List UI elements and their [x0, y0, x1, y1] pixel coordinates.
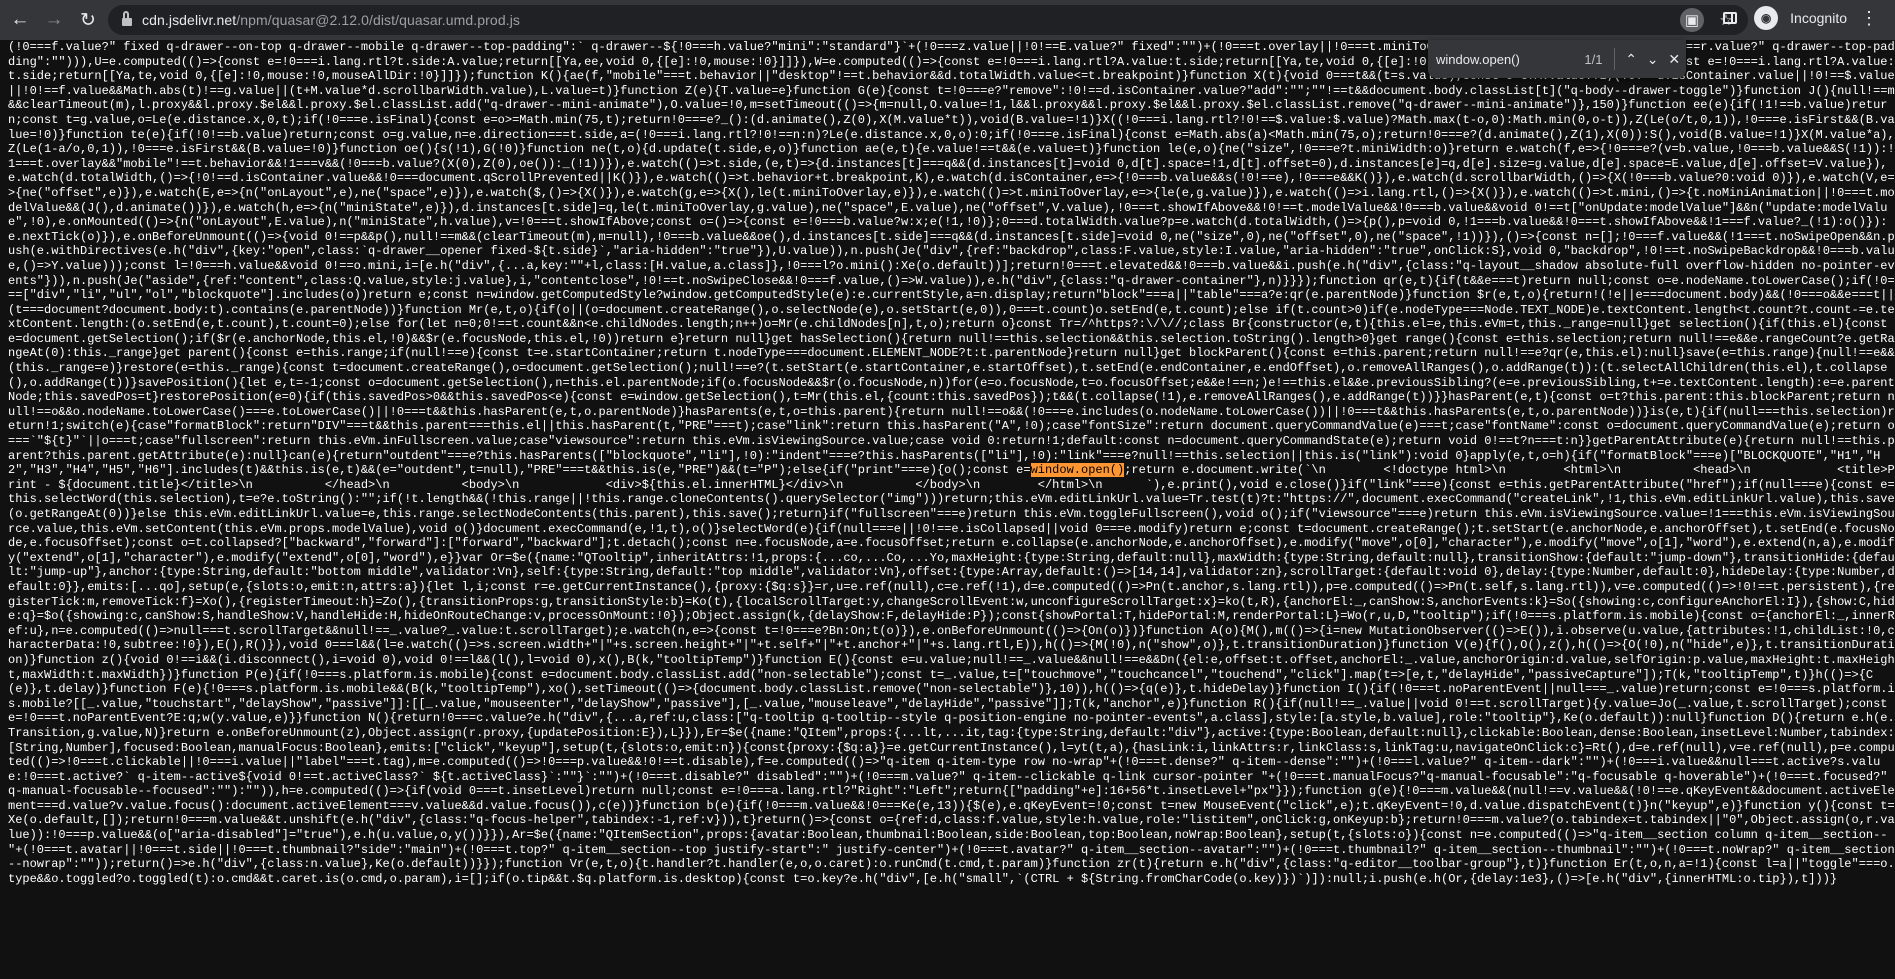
forward-button[interactable]: →	[40, 6, 68, 34]
find-divider	[1614, 48, 1616, 70]
find-prev-button[interactable]: ⌃	[1621, 47, 1641, 71]
chevron-down-icon: ⌄	[1646, 50, 1659, 67]
find-count: 1/1	[1584, 51, 1603, 67]
find-bar: 1/1 ⌃ ⌄ ✕	[1428, 40, 1686, 78]
arrow-left-icon: ←	[10, 9, 30, 30]
close-icon: ✕	[1668, 50, 1681, 67]
code-before-match: (!0===f.value?" fixed q-drawer--on-top q…	[8, 40, 1895, 478]
address-bar[interactable]: cdn.jsdelivr.net/npm/quasar@2.12.0/dist/…	[108, 5, 1748, 35]
code-after-match: ;return e.document.write(`\n <!doctype h…	[8, 463, 1895, 886]
find-input[interactable]	[1434, 48, 1578, 70]
find-next-button[interactable]: ⌄	[1643, 47, 1663, 71]
url-path: /npm/quasar@2.12.0/dist/quasar.umd.prod.…	[236, 12, 521, 28]
url-host: cdn.jsdelivr.net	[142, 12, 237, 28]
reload-button[interactable]: ↻	[74, 6, 102, 34]
chevron-up-icon: ⌃	[1625, 50, 1637, 67]
find-match-highlight: window.open()	[1030, 463, 1125, 478]
source-code: (!0===f.value?" fixed q-drawer--on-top q…	[0, 40, 1895, 886]
reload-icon: ↻	[80, 9, 96, 31]
kebab-menu-icon[interactable]: ⋮	[1859, 6, 1879, 30]
browser-toolbar: ← → ↻ cdn.jsdelivr.net/npm/quasar@2.12.0…	[0, 0, 1895, 40]
arrow-right-icon: →	[44, 9, 64, 30]
url-text[interactable]: cdn.jsdelivr.net/npm/quasar@2.12.0/dist/…	[142, 12, 520, 28]
side-panel-icon	[1723, 12, 1738, 24]
back-button[interactable]: ←	[6, 6, 34, 34]
toolbar-right: ◉ Incognito ⋮	[1718, 6, 1879, 30]
incognito-icon[interactable]: ◉	[1754, 6, 1779, 30]
lock-icon[interactable]	[122, 11, 132, 26]
source-view: (!0===f.value?" fixed q-drawer--on-top q…	[0, 40, 1895, 979]
side-panel-button[interactable]	[1718, 6, 1742, 30]
google-lens-icon[interactable]: ▣	[1680, 8, 1704, 32]
find-close-button[interactable]: ✕	[1664, 47, 1684, 71]
profile-label[interactable]: Incognito	[1790, 10, 1847, 26]
